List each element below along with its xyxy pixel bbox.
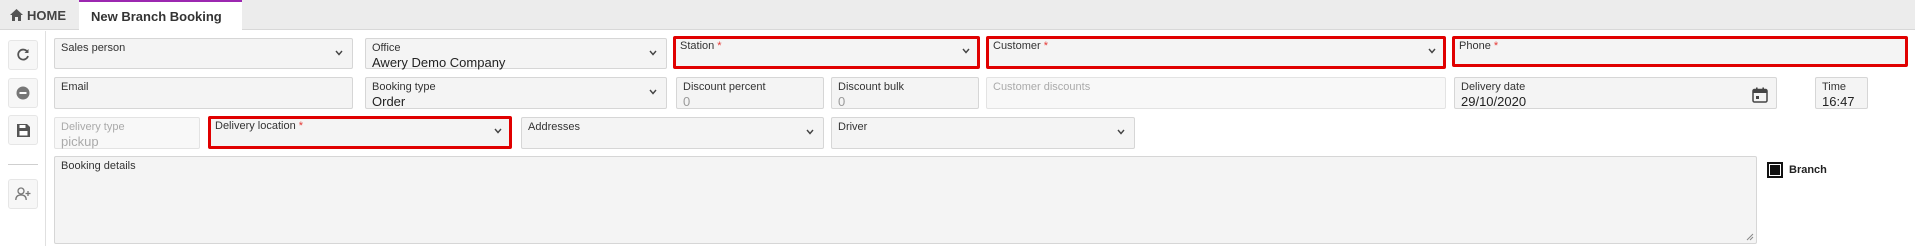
customer-label: Customer: [993, 40, 1041, 52]
time-input[interactable]: Time 16:47: [1815, 77, 1868, 109]
customer-discounts-label: Customer discounts: [993, 81, 1091, 93]
sidebar-divider: [8, 164, 38, 165]
office-select[interactable]: Office Awery Demo Company: [365, 38, 667, 70]
chevron-down-icon: [1428, 48, 1436, 54]
discount-percent-label: Discount percent: [683, 81, 766, 93]
tab-bar: HOME New Branch Booking: [0, 0, 1915, 31]
delivery-location-select[interactable]: Delivery location *: [208, 116, 512, 149]
addresses-select[interactable]: Addresses: [521, 117, 824, 149]
phone-label-wrap: Phone *: [1459, 40, 1498, 52]
home-icon: [10, 9, 23, 21]
station-label: Station: [680, 40, 715, 52]
phone-input[interactable]: Phone *: [1452, 36, 1908, 67]
discount-percent-value: 0: [683, 94, 691, 109]
branch-label: Branch: [1789, 164, 1827, 176]
checkbox-checked-icon[interactable]: [1767, 162, 1783, 178]
branch-checkbox[interactable]: Branch: [1767, 162, 1827, 178]
calendar-icon[interactable]: [1752, 87, 1768, 103]
discount-bulk-input[interactable]: Discount bulk 0: [831, 77, 979, 109]
minus-circle-icon: [16, 86, 30, 100]
add-user-button[interactable]: [8, 179, 38, 209]
required-marker: *: [717, 40, 722, 52]
station-select[interactable]: Station *: [673, 36, 980, 69]
action-sidebar: [0, 31, 46, 246]
customer-select[interactable]: Customer *: [986, 36, 1446, 69]
chevron-down-icon: [806, 129, 814, 135]
delivery-date-input[interactable]: Delivery date 29/10/2020: [1454, 77, 1777, 109]
delivery-type-field: Delivery type pickup: [54, 117, 200, 149]
chevron-down-icon: [649, 50, 657, 56]
booking-details-label: Booking details: [61, 160, 136, 172]
discount-bulk-label: Discount bulk: [838, 81, 905, 93]
driver-label: Driver: [838, 121, 868, 133]
refresh-icon: [17, 48, 29, 61]
customer-label-wrap: Customer *: [993, 40, 1048, 52]
refresh-button[interactable]: [8, 40, 38, 70]
sales-person-select[interactable]: Sales person: [54, 38, 353, 69]
booking-details-textarea[interactable]: Booking details: [54, 156, 1757, 244]
addresses-label: Addresses: [528, 121, 580, 133]
delivery-date-label: Delivery date: [1461, 81, 1526, 93]
chevron-down-icon: [494, 128, 502, 134]
email-input[interactable]: Email: [54, 77, 353, 109]
discount-percent-input[interactable]: Discount percent 0: [676, 77, 824, 109]
chevron-down-icon: [335, 50, 343, 56]
office-label: Office: [372, 42, 401, 54]
chevron-down-icon: [649, 89, 657, 95]
time-label: Time: [1822, 81, 1847, 93]
delivery-type-label: Delivery type: [61, 121, 125, 133]
required-marker: *: [1043, 40, 1048, 52]
tab-new-branch-booking[interactable]: New Branch Booking: [79, 0, 242, 31]
required-marker: *: [1493, 40, 1499, 52]
station-label-wrap: Station *: [680, 40, 722, 52]
delivery-location-label-wrap: Delivery location *: [215, 120, 303, 132]
booking-type-select[interactable]: Booking type Order: [365, 77, 667, 109]
chevron-down-icon: [962, 48, 970, 54]
save-icon: [16, 123, 30, 137]
time-value: 16:47: [1822, 94, 1855, 109]
tab-home-label: HOME: [27, 7, 66, 23]
required-marker: *: [298, 120, 303, 132]
chevron-down-icon: [1117, 129, 1125, 135]
office-value: Awery Demo Company: [372, 55, 506, 70]
remove-button[interactable]: [8, 78, 38, 108]
phone-label: Phone: [1459, 40, 1491, 52]
driver-select[interactable]: Driver: [831, 117, 1135, 149]
tab-active-label: New Branch Booking: [91, 9, 222, 24]
discount-bulk-value: 0: [838, 94, 846, 109]
delivery-location-label: Delivery location: [215, 120, 296, 132]
tab-home[interactable]: HOME: [0, 0, 80, 30]
save-button[interactable]: [8, 115, 38, 145]
email-label: Email: [61, 81, 89, 93]
resize-grip-icon[interactable]: [1746, 233, 1754, 241]
sales-person-label: Sales person: [61, 42, 126, 54]
booking-type-value: Order: [372, 94, 406, 109]
add-user-icon: [15, 187, 31, 201]
booking-type-label: Booking type: [372, 81, 436, 93]
delivery-date-value: 29/10/2020: [1461, 94, 1527, 109]
customer-discounts-field: Customer discounts: [986, 77, 1446, 109]
delivery-type-value: pickup: [61, 134, 99, 149]
